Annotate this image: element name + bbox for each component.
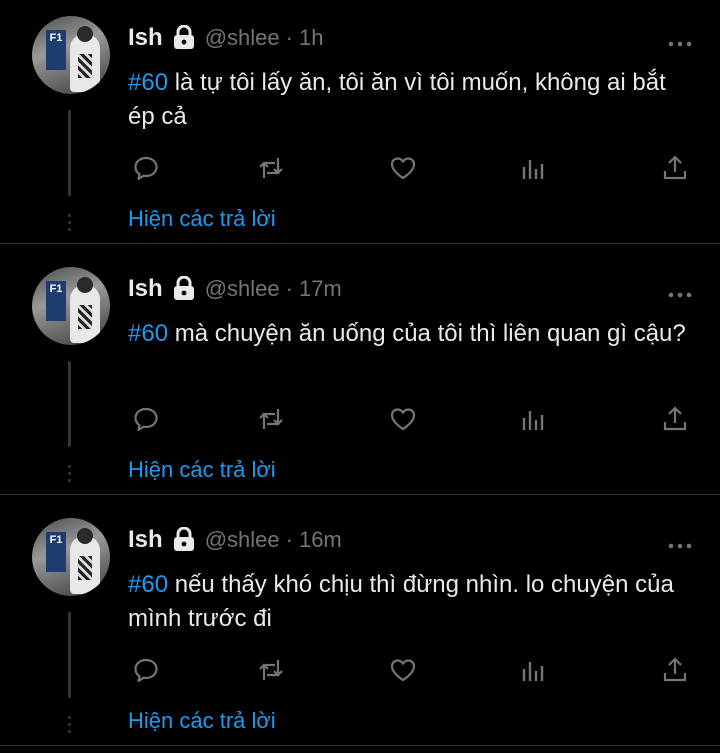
like-icon[interactable] — [385, 401, 421, 437]
tweet[interactable]: F1 Ish @shlee · 16m #60 nếu thấy khó chị… — [0, 502, 720, 753]
share-icon[interactable] — [657, 401, 693, 437]
share-icon[interactable] — [657, 652, 693, 688]
user-handle[interactable]: @shlee — [205, 527, 280, 553]
user-handle[interactable]: @shlee — [205, 25, 280, 51]
avatar[interactable]: F1 — [32, 518, 110, 596]
more-icon[interactable] — [668, 34, 692, 47]
divider — [0, 243, 720, 244]
lock-icon — [173, 526, 195, 551]
tweet[interactable]: F1 Ish @shlee · 1h #60 là tự tôi lấy ăn,… — [0, 0, 720, 251]
separator-dot: · — [285, 276, 293, 301]
avatar-sign: F1 — [46, 30, 66, 70]
divider — [0, 745, 720, 746]
avatar-sign: F1 — [46, 532, 66, 572]
separator-dot: · — [285, 527, 293, 552]
show-replies-link[interactable]: Hiện các trả lời — [128, 708, 276, 734]
views-icon[interactable] — [515, 150, 551, 186]
more-icon[interactable] — [668, 285, 692, 298]
divider — [0, 494, 720, 495]
avatar[interactable]: F1 — [32, 267, 110, 345]
avatar-person — [70, 528, 100, 594]
reply-icon[interactable] — [128, 401, 164, 437]
tweet-header: Ish @shlee · 1h — [128, 22, 323, 54]
tweet-text: #60 nếu thấy khó chịu thì đừng nhìn. lo … — [128, 568, 698, 636]
retweet-icon[interactable] — [253, 652, 289, 688]
tweet-header: Ish @shlee · 16m — [128, 524, 342, 556]
separator-dot: · — [285, 25, 293, 50]
tweet-body: nếu thấy khó chịu thì đừng nhìn. lo chuy… — [128, 571, 674, 632]
like-icon[interactable] — [385, 652, 421, 688]
tweet-actions — [128, 401, 698, 439]
lock-icon — [173, 24, 195, 49]
avatar[interactable]: F1 — [32, 16, 110, 94]
avatar-person — [70, 277, 100, 343]
reply-icon[interactable] — [128, 652, 164, 688]
retweet-icon[interactable] — [253, 401, 289, 437]
display-name[interactable]: Ish — [128, 24, 163, 52]
tweet-header: Ish @shlee · 17m — [128, 273, 342, 305]
avatar-sign: F1 — [46, 281, 66, 321]
reply-icon[interactable] — [128, 150, 164, 186]
tweet-body: mà chuyện ăn uống của tôi thì liên quan … — [168, 320, 686, 347]
user-handle[interactable]: @shlee — [205, 276, 280, 302]
display-name[interactable]: Ish — [128, 275, 163, 303]
tweet-text: #60 mà chuyện ăn uống của tôi thì liên q… — [128, 317, 698, 351]
tweet-actions — [128, 652, 698, 690]
thread-line — [68, 110, 71, 196]
tweet-text: #60 là tự tôi lấy ăn, tôi ăn vì tôi muốn… — [128, 66, 698, 134]
tweet-actions — [128, 150, 698, 188]
hashtag[interactable]: #60 — [128, 571, 168, 598]
thread-dots — [67, 463, 72, 485]
avatar-person — [70, 26, 100, 92]
display-name[interactable]: Ish — [128, 526, 163, 554]
like-icon[interactable] — [385, 150, 421, 186]
lock-icon — [173, 275, 195, 300]
show-replies-link[interactable]: Hiện các trả lời — [128, 206, 276, 232]
timestamp[interactable]: 17m — [299, 276, 342, 302]
thread-dots — [67, 714, 72, 736]
tweet[interactable]: F1 Ish @shlee · 17m #60 mà chuyện ăn uốn… — [0, 251, 720, 502]
thread-dots — [67, 212, 72, 234]
timestamp[interactable]: 16m — [299, 527, 342, 553]
tweet-body: là tự tôi lấy ăn, tôi ăn vì tôi muốn, kh… — [128, 69, 666, 130]
views-icon[interactable] — [515, 401, 551, 437]
thread-line — [68, 361, 71, 447]
timestamp[interactable]: 1h — [299, 25, 323, 51]
retweet-icon[interactable] — [253, 150, 289, 186]
more-icon[interactable] — [668, 536, 692, 549]
thread-line — [68, 612, 71, 698]
hashtag[interactable]: #60 — [128, 69, 168, 96]
views-icon[interactable] — [515, 652, 551, 688]
share-icon[interactable] — [657, 150, 693, 186]
show-replies-link[interactable]: Hiện các trả lời — [128, 457, 276, 483]
hashtag[interactable]: #60 — [128, 320, 168, 347]
